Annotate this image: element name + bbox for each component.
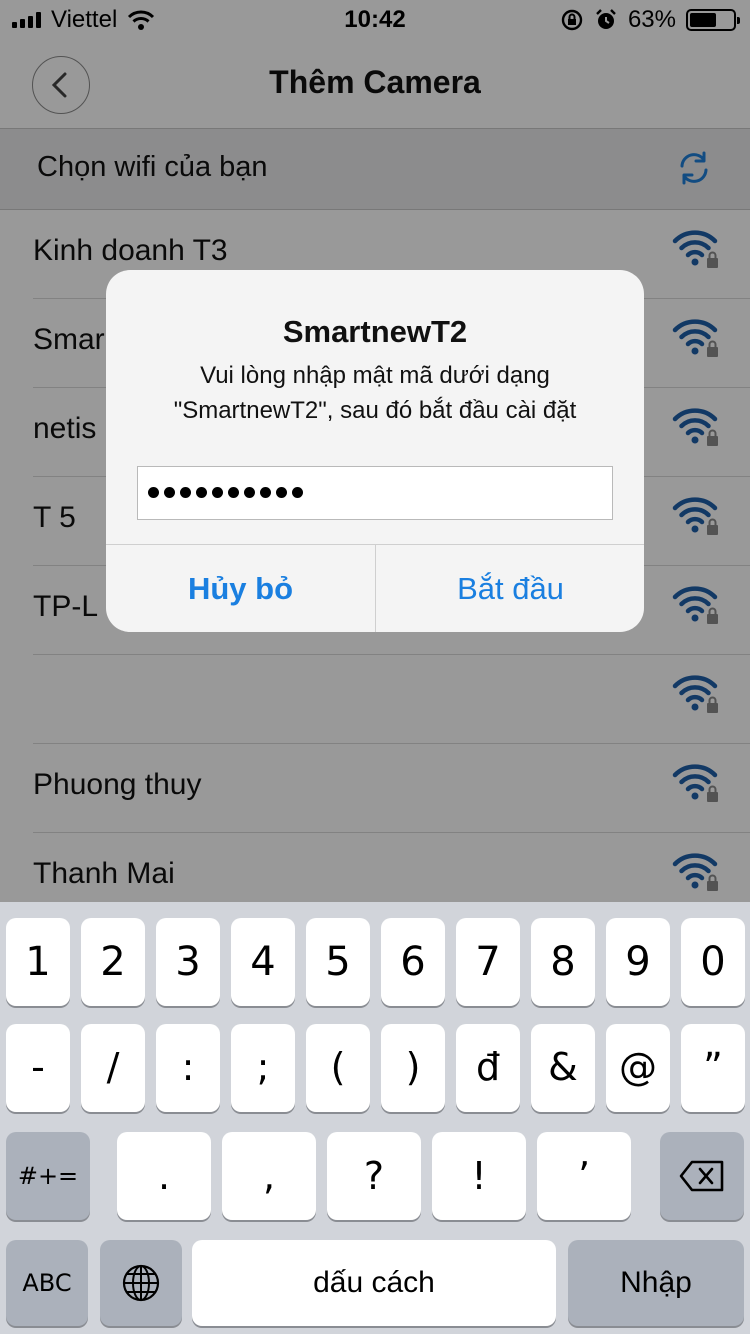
key-digit[interactable]: 1: [6, 918, 70, 1006]
key-symbol[interactable]: @: [606, 1024, 670, 1112]
key-abc[interactable]: ABC: [6, 1240, 88, 1326]
globe-icon: [122, 1264, 160, 1302]
key-return[interactable]: Nhập: [568, 1240, 744, 1326]
key-digit[interactable]: 0: [681, 918, 745, 1006]
key-digit[interactable]: 7: [456, 918, 520, 1006]
key-globe[interactable]: [100, 1240, 182, 1326]
password-dot: [212, 487, 223, 498]
cancel-button[interactable]: Hủy bỏ: [106, 545, 375, 632]
password-dots: [148, 480, 303, 498]
password-dot: [276, 487, 287, 498]
password-dot: [180, 487, 191, 498]
password-input[interactable]: [137, 466, 613, 520]
key-symbol[interactable]: ): [381, 1024, 445, 1112]
key-symbol[interactable]: (: [306, 1024, 370, 1112]
start-button[interactable]: Bắt đầu: [376, 545, 644, 632]
key-digit[interactable]: 8: [531, 918, 595, 1006]
password-dot: [148, 487, 159, 498]
key-symbols-toggle[interactable]: #+=: [6, 1132, 90, 1220]
key-backspace[interactable]: [660, 1132, 744, 1220]
key-punctuation[interactable]: ?: [327, 1132, 421, 1220]
key-digit[interactable]: 9: [606, 918, 670, 1006]
key-punctuation[interactable]: ,: [222, 1132, 316, 1220]
key-punctuation[interactable]: !: [432, 1132, 526, 1220]
key-symbol[interactable]: /: [81, 1024, 145, 1112]
key-symbol[interactable]: :: [156, 1024, 220, 1112]
key-symbol[interactable]: &: [531, 1024, 595, 1112]
key-digit[interactable]: 4: [231, 918, 295, 1006]
password-dialog: SmartnewT2 Vui lòng nhập mật mã dưới dạn…: [106, 270, 644, 632]
screen: Viettel 10:42 63% Thêm Camera Chọn wifi …: [0, 0, 750, 1334]
backspace-icon: [679, 1160, 724, 1192]
dialog-title: SmartnewT2: [282, 314, 468, 349]
keyboard: #+= ABC dấu cách Nhập 1 2 3 4 5 6 7 8 9 0 - /:;() đ &…: [0, 902, 750, 1334]
password-dot: [292, 487, 303, 498]
key-punctuation[interactable]: ’: [537, 1132, 631, 1220]
key-symbol[interactable]: -: [6, 1024, 70, 1112]
dialog-message-line-1: Vui lòng nhập mật mã dưới dạng: [200, 362, 550, 389]
password-dot: [244, 487, 255, 498]
key-punctuation[interactable]: .: [117, 1132, 211, 1220]
dialog-message-line-2: "SmartnewT2", sau đó bắt đầu cài đặt: [173, 397, 577, 424]
key-digit[interactable]: 3: [156, 918, 220, 1006]
password-dot: [260, 487, 271, 498]
key-symbol[interactable]: ”: [681, 1024, 745, 1112]
password-dot: [228, 487, 239, 498]
password-dot: [164, 487, 175, 498]
key-digit[interactable]: 5: [306, 918, 370, 1006]
key-digit[interactable]: 2: [81, 918, 145, 1006]
key-digit[interactable]: 6: [381, 918, 445, 1006]
dialog-message: Vui lòng nhập mật mã dưới dạng "Smartnew…: [136, 358, 614, 428]
key-symbol[interactable]: ;: [231, 1024, 295, 1112]
password-dot: [196, 487, 207, 498]
key-symbol[interactable]: đ: [456, 1024, 520, 1112]
key-space[interactable]: dấu cách: [192, 1240, 556, 1326]
